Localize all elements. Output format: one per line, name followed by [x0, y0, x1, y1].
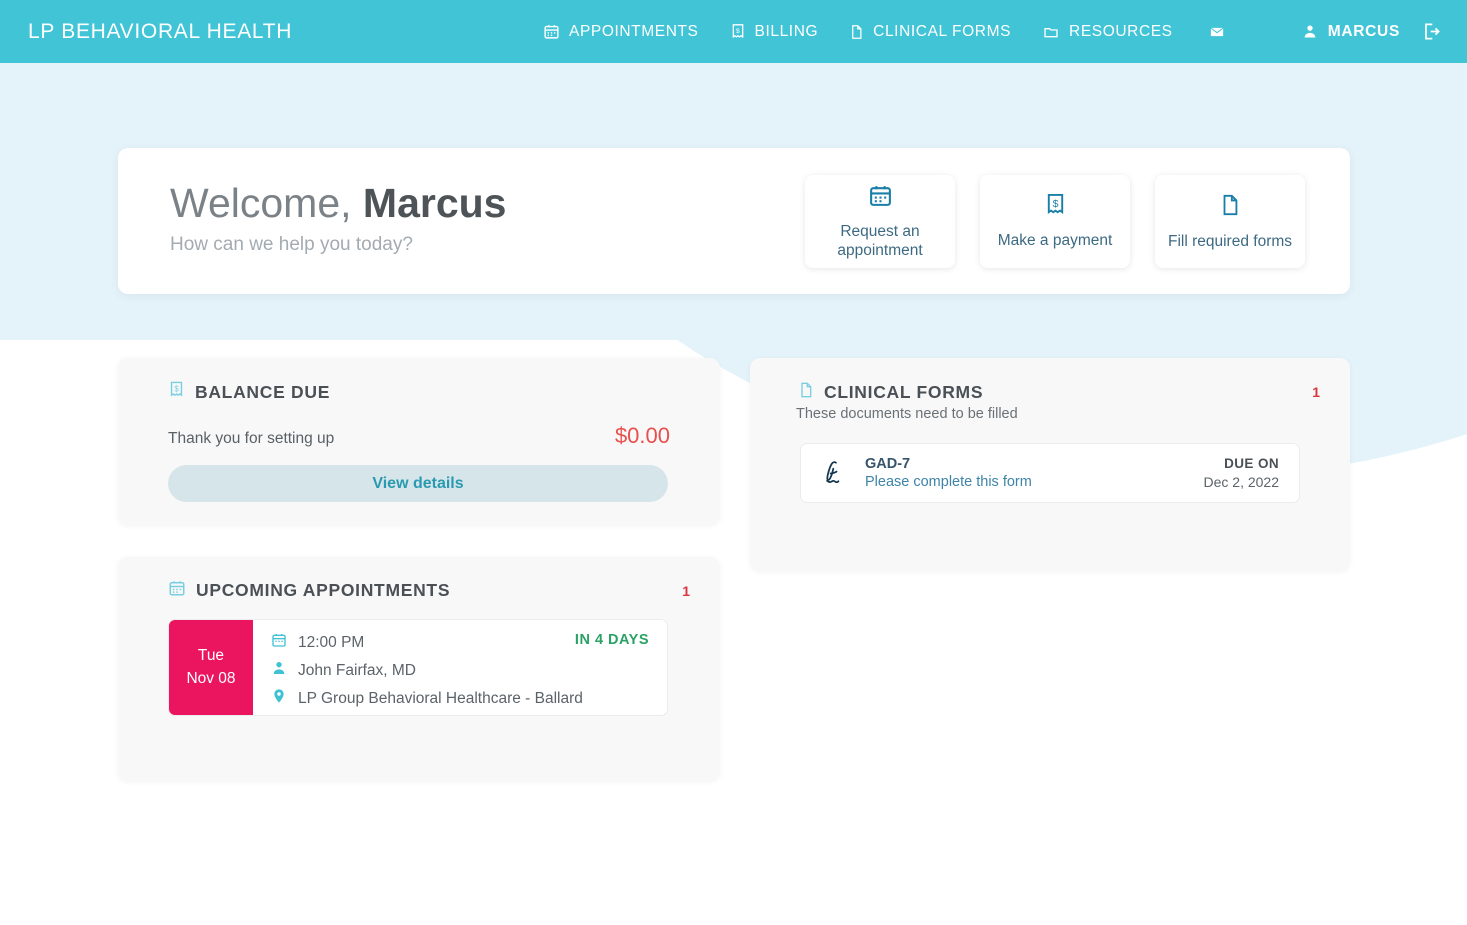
welcome-user-name: Marcus [362, 180, 507, 226]
clinical-form-name: GAD-7 [865, 456, 911, 472]
calendar-icon [868, 183, 893, 213]
nav-label: APPOINTMENTS [569, 22, 699, 40]
quick-actions: Request an appointment $ Make a payment [805, 175, 1305, 268]
nav-item-resources[interactable]: RESOURCES [1027, 23, 1189, 41]
receipt-dollar-icon: $ [730, 23, 746, 40]
due-on-label: DUE ON [1224, 456, 1279, 471]
clinical-forms-subtitle: These documents need to be filled [796, 406, 1018, 422]
fill-forms-button[interactable]: Fill required forms [1155, 175, 1305, 268]
folder-icon [1042, 24, 1060, 40]
nav-item-messages[interactable] [1189, 24, 1243, 40]
person-icon [271, 660, 287, 681]
make-payment-button[interactable]: $ Make a payment [980, 175, 1130, 268]
view-details-button[interactable]: View details [168, 465, 668, 502]
logout-icon[interactable] [1422, 22, 1441, 41]
welcome-text-block: Welcome, Marcus How can we help you toda… [170, 180, 506, 256]
calendar-icon [271, 632, 287, 653]
nav-label: BILLING [754, 22, 819, 40]
user-menu[interactable]: MARCUS [1302, 23, 1400, 41]
receipt-dollar-icon: $ [1044, 192, 1067, 222]
appointment-location-row: LP Group Behavioral Healthcare - Ballard [271, 688, 649, 709]
quick-action-label: Request an appointment [837, 222, 923, 259]
appointment-time: 12:00 PM [298, 633, 365, 651]
svg-text:$: $ [174, 384, 179, 393]
envelope-icon [1207, 24, 1227, 40]
svg-text:$: $ [735, 28, 739, 35]
quick-action-label: Make a payment [997, 232, 1113, 250]
balance-due-card: $ BALANCE DUE Thank you for setting up $… [118, 358, 720, 525]
upcoming-appointments-card: UPCOMING APPOINTMENTS 1 Tue Nov 08 12:00… [118, 557, 720, 781]
nav-item-clinical-forms[interactable]: CLINICAL FORMS [834, 23, 1027, 41]
upcoming-appointments-title: UPCOMING APPOINTMENTS [196, 580, 451, 600]
nav-item-appointments[interactable]: APPOINTMENTS [543, 23, 715, 41]
page-title: Welcome, Marcus [170, 180, 506, 227]
appointment-provider-row: John Fairfax, MD [271, 660, 649, 681]
due-date-value: Dec 2, 2022 [1203, 474, 1280, 490]
appointment-countdown: IN 4 DAYS [574, 632, 649, 648]
clinical-form-due: DUE ON Dec 2, 2022 [1204, 456, 1280, 490]
balance-due-title: BALANCE DUE [195, 381, 331, 402]
quick-action-label: Fill required forms [1167, 232, 1293, 250]
top-navigation-bar: LP BEHAVIORAL HEALTH APPOINTMENTS $ BILL… [0, 0, 1467, 63]
nav-label: CLINICAL FORMS [873, 22, 1012, 40]
nav-right-cluster: MARCUS [1302, 22, 1441, 41]
clinical-forms-header: CLINICAL FORMS [798, 380, 983, 405]
person-icon [1302, 23, 1318, 40]
clinical-forms-title: CLINICAL FORMS [824, 382, 984, 402]
welcome-greeting: Welcome, [170, 180, 363, 226]
clinical-form-list-item[interactable]: GAD-7 Please complete this form DUE ON D… [800, 443, 1300, 503]
svg-text:$: $ [1052, 198, 1058, 210]
welcome-subtitle: How can we help you today? [170, 234, 413, 256]
request-appointment-button[interactable]: Request an appointment [805, 175, 955, 268]
calendar-icon [543, 23, 560, 40]
appointment-date: Nov 08 [186, 669, 236, 687]
appointment-date-badge: Tue Nov 08 [169, 620, 253, 715]
appointment-list-item[interactable]: Tue Nov 08 12:00 PM John Fairfax, MD LP … [168, 619, 668, 716]
balance-summary-row: Thank you for setting up $0.00 [168, 423, 670, 449]
nav-label: RESOURCES [1069, 22, 1173, 40]
document-icon [798, 380, 814, 405]
balance-due-header: $ BALANCE DUE [168, 380, 330, 404]
main-content: Welcome, Marcus How can we help you toda… [0, 0, 1467, 925]
receipt-dollar-icon: $ [168, 380, 185, 404]
location-pin-icon [271, 688, 287, 709]
nav-item-billing[interactable]: $ BILLING [715, 23, 835, 41]
appointment-provider: John Fairfax, MD [298, 661, 417, 679]
signature-icon [821, 458, 851, 488]
clinical-form-description: Please complete this form [865, 474, 1032, 490]
appointment-details: 12:00 PM John Fairfax, MD LP Group Behav… [253, 620, 667, 715]
calendar-icon [168, 579, 186, 602]
appointment-location: LP Group Behavioral Healthcare - Ballard [298, 689, 583, 707]
brand-logo[interactable]: LP BEHAVIORAL HEALTH [28, 20, 292, 44]
appointments-count-badge: 1 [682, 583, 690, 599]
appointment-weekday: Tue [197, 647, 225, 665]
upcoming-appointments-header: UPCOMING APPOINTMENTS [168, 579, 450, 602]
clinical-forms-card: CLINICAL FORMS 1 These documents need to… [750, 358, 1350, 571]
clinical-form-texts: GAD-7 Please complete this form [865, 456, 1204, 490]
clinical-forms-count-badge: 1 [1312, 384, 1320, 400]
document-icon [849, 23, 864, 41]
user-name-label: MARCUS [1327, 22, 1400, 40]
document-icon [1219, 192, 1241, 223]
primary-nav: APPOINTMENTS $ BILLING CLINICAL FORMS RE… [543, 23, 1243, 41]
balance-note: Thank you for setting up [168, 430, 335, 447]
welcome-card: Welcome, Marcus How can we help you toda… [118, 148, 1350, 294]
balance-amount: $0.00 [614, 423, 670, 448]
